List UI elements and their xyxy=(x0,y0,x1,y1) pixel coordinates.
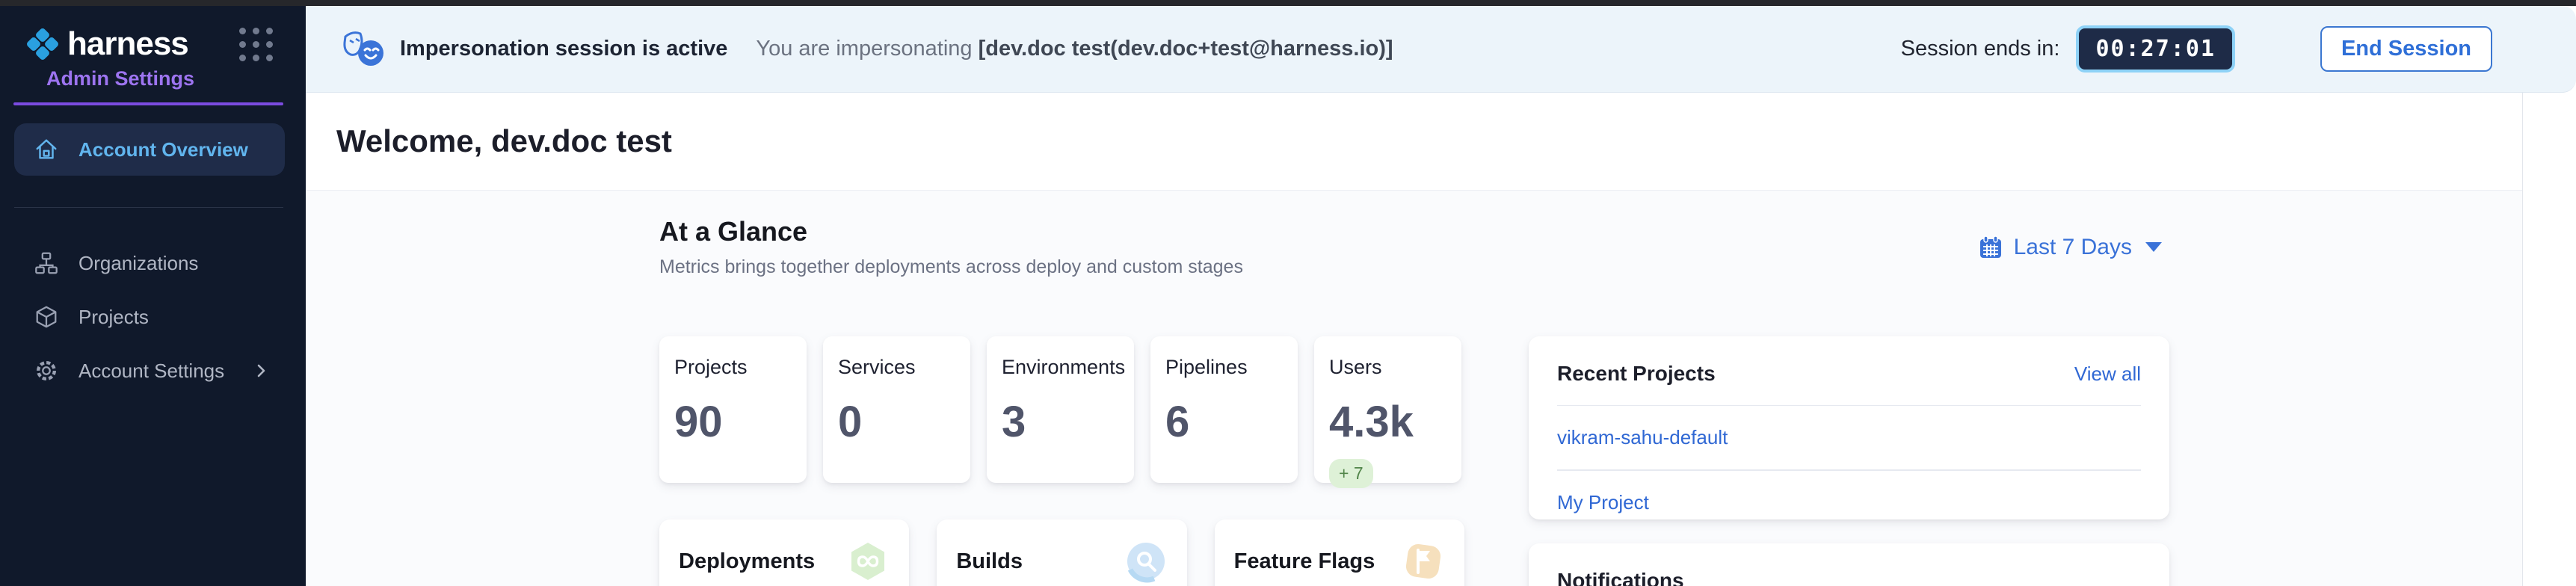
window-top-strip xyxy=(0,0,2576,6)
sidebar-divider xyxy=(14,207,283,208)
main-content: Welcome, dev.doc test At a Glance Metric… xyxy=(306,93,2522,586)
right-gutter xyxy=(2522,93,2576,586)
view-all-link[interactable]: View all xyxy=(2074,363,2141,386)
chevron-right-icon xyxy=(252,362,270,380)
metric-value: 0 xyxy=(838,397,955,447)
metric-card-users[interactable]: Users 4.3k + 7 xyxy=(1314,336,1461,483)
sidebar-item-projects[interactable]: Projects xyxy=(0,290,306,344)
metric-value: 90 xyxy=(674,397,792,447)
recent-project-link[interactable]: My Project xyxy=(1557,470,2141,534)
metrics-row: Projects 90 Services 0 Environments 3 xyxy=(659,336,1464,519)
banner-subtitle-prefix: You are impersonating xyxy=(756,37,972,61)
metric-label: Environments xyxy=(1002,356,1119,379)
admin-settings-label: Admin Settings xyxy=(46,67,306,90)
home-icon xyxy=(34,137,59,162)
notifications-title: Notifications xyxy=(1557,569,1684,586)
feature-flags-icon xyxy=(1402,540,1445,583)
module-card-feature-flags[interactable]: Feature Flags xyxy=(1215,519,1464,586)
notifications-panel: Notifications xyxy=(1529,543,2169,586)
metric-value: 3 xyxy=(1002,397,1119,447)
module-label: Builds xyxy=(956,549,1023,574)
content-row: Welcome, dev.doc test At a Glance Metric… xyxy=(306,93,2576,586)
banner-right-group: Session ends in: 00:27:01 End Session xyxy=(1901,25,2492,73)
glance-subtitle: Metrics brings together deployments acro… xyxy=(659,256,1464,278)
logo-row: harness xyxy=(0,6,306,66)
metric-card-environments[interactable]: Environments 3 xyxy=(987,336,1134,483)
impersonation-masks-icon xyxy=(340,29,386,70)
metric-card-services[interactable]: Services 0 xyxy=(823,336,970,483)
module-card-deployments[interactable]: Deployments xyxy=(659,519,909,586)
harness-logo-icon xyxy=(21,22,64,66)
recent-projects-title: Recent Projects xyxy=(1557,362,1716,386)
impersonation-banner: Impersonation session is active You are … xyxy=(306,6,2576,93)
impersonated-user: [dev.doc test(dev.doc+test@harness.io)] xyxy=(979,37,1393,61)
settings-gear-icon xyxy=(34,358,59,383)
sidebar-item-label: Account Overview xyxy=(78,138,248,161)
recent-project-link[interactable]: vikram-sahu-default xyxy=(1557,406,2141,470)
module-label: Feature Flags xyxy=(1234,549,1375,574)
banner-subtitle: You are impersonating [dev.doc test(dev.… xyxy=(756,37,1393,61)
at-a-glance-section: At a Glance Metrics brings together depl… xyxy=(306,190,2522,586)
glance-header: At a Glance Metrics brings together depl… xyxy=(659,216,1464,278)
logo-wordmark: harness xyxy=(67,25,188,63)
end-session-button[interactable]: End Session xyxy=(2320,26,2492,72)
sidebar-item-label: Projects xyxy=(78,306,149,329)
app-root: harness Admin Settings Account Overview xyxy=(0,6,2576,586)
organizations-icon xyxy=(34,250,59,276)
metric-label: Projects xyxy=(674,356,792,379)
glance-grid: At a Glance Metrics brings together depl… xyxy=(659,216,2169,586)
session-ends-label: Session ends in: xyxy=(1901,37,2060,61)
users-delta-badge: + 7 xyxy=(1329,459,1373,488)
sidebar-nav: Account Overview Organizations Projects xyxy=(0,123,306,398)
builds-icon xyxy=(1124,540,1168,583)
caret-down-icon xyxy=(2145,242,2162,252)
recent-projects-header: Recent Projects View all xyxy=(1557,362,2141,386)
metric-label: Users xyxy=(1329,356,1446,379)
metric-card-pipelines[interactable]: Pipelines 6 xyxy=(1150,336,1298,483)
metric-value: 6 xyxy=(1165,397,1283,447)
glance-title: At a Glance xyxy=(659,216,1464,247)
welcome-row: Welcome, dev.doc test xyxy=(306,93,2522,190)
sidebar-item-account-overview[interactable]: Account Overview xyxy=(14,123,285,176)
recent-projects-panel: Recent Projects View all vikram-sahu-def… xyxy=(1529,336,2169,519)
right-region: Impersonation session is active You are … xyxy=(306,6,2576,586)
date-range-picker[interactable]: Last 7 Days xyxy=(1978,235,2162,260)
sidebar-item-label: Organizations xyxy=(78,252,198,275)
sidebar: harness Admin Settings Account Overview xyxy=(0,6,306,586)
metric-label: Services xyxy=(838,356,955,379)
sidebar-item-label: Account Settings xyxy=(78,360,224,383)
banner-title: Impersonation session is active xyxy=(400,37,727,61)
calendar-icon xyxy=(1978,235,2003,260)
metric-card-projects[interactable]: Projects 90 xyxy=(659,336,807,483)
page-title: Welcome, dev.doc test xyxy=(336,123,672,159)
metric-label: Pipelines xyxy=(1165,356,1283,379)
date-range-label: Last 7 Days xyxy=(2014,235,2132,260)
sidebar-item-organizations[interactable]: Organizations xyxy=(0,236,306,290)
admin-settings-underline xyxy=(13,102,283,105)
app-grid-icon[interactable] xyxy=(239,28,273,61)
session-timer: 00:27:01 xyxy=(2076,25,2235,73)
metric-value: 4.3k xyxy=(1329,397,1446,447)
module-card-builds[interactable]: Builds xyxy=(937,519,1186,586)
projects-cube-icon xyxy=(34,304,59,330)
module-label: Deployments xyxy=(679,549,815,574)
deployments-icon xyxy=(846,540,890,583)
sidebar-item-account-settings[interactable]: Account Settings xyxy=(0,344,306,398)
modules-row: Deployments Builds xyxy=(659,519,1464,586)
